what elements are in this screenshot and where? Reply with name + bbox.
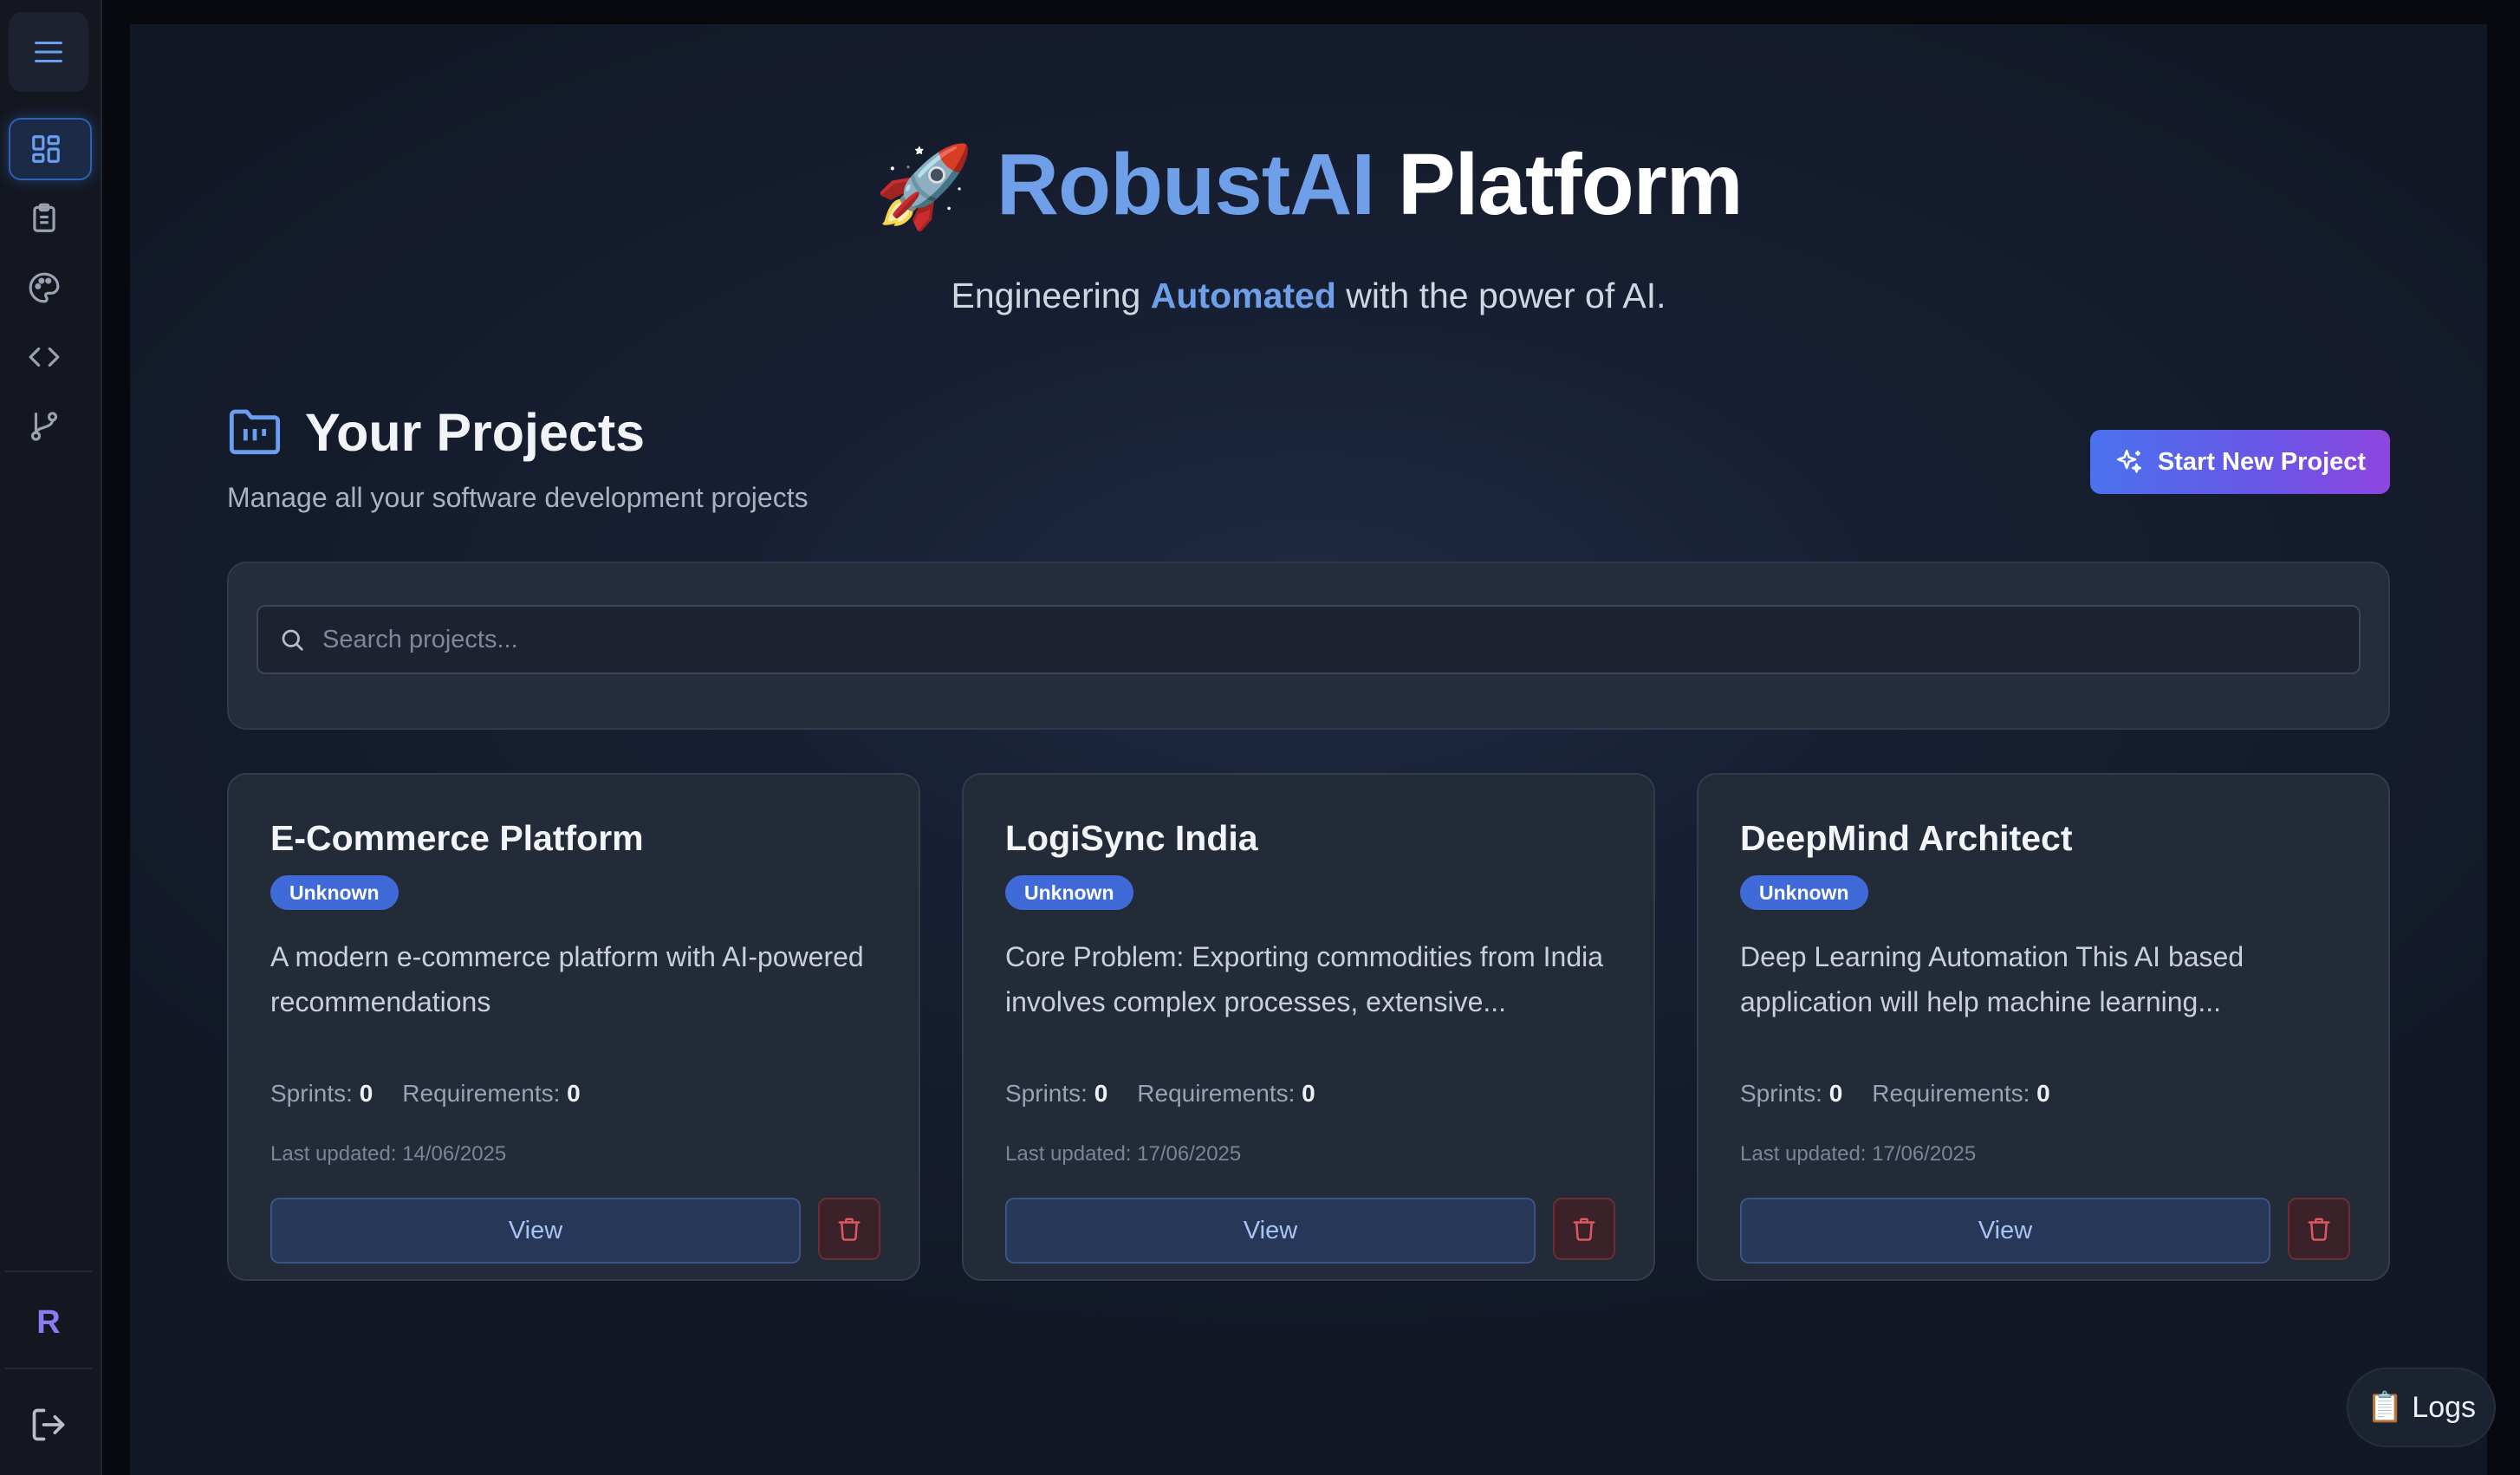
project-card: DeepMind Architect Unknown Deep Learning… xyxy=(1697,773,2390,1281)
start-new-project-label: Start New Project xyxy=(2157,447,2367,476)
sprints-stat: Sprints: 0 xyxy=(1005,1080,1107,1108)
sidebar-item-dashboard[interactable] xyxy=(9,118,92,180)
projects-subtitle: Manage all your software development pro… xyxy=(227,482,809,513)
sprints-label: Sprints: xyxy=(270,1080,353,1107)
view-button[interactable]: View xyxy=(1740,1198,2270,1264)
git-branch-icon xyxy=(30,412,58,441)
requirements-label: Requirements: xyxy=(1872,1080,2030,1107)
folder-chart-icon xyxy=(229,409,281,455)
code-brackets-icon xyxy=(29,347,60,367)
clipboard-emoji-icon: 📋 xyxy=(2366,1391,2404,1424)
sprints-count: 0 xyxy=(1828,1080,1843,1107)
search-icon xyxy=(282,629,303,651)
delete-button[interactable] xyxy=(1553,1198,1615,1260)
hero-sub-highlight: Automated xyxy=(1150,276,1336,315)
sidebar-item-requirements[interactable] xyxy=(9,187,92,250)
status-badge: Unknown xyxy=(1005,875,1133,910)
requirements-stat: Requirements: 0 xyxy=(1137,1080,1315,1108)
hero-title: 🚀 RobustAI Platform xyxy=(130,135,2487,235)
project-title: LogiSync India xyxy=(1005,818,1258,858)
start-new-project-button[interactable]: Start New Project xyxy=(2090,430,2390,494)
trash-icon xyxy=(1573,1218,1595,1241)
hero-sub-after: with the power of AI. xyxy=(1346,276,1666,315)
logs-label: Logs xyxy=(2412,1390,2477,1424)
sprints-count: 0 xyxy=(1094,1080,1108,1107)
last-updated: Last updated: 17/06/2025 xyxy=(1740,1142,1977,1166)
project-title: E-Commerce Platform xyxy=(270,818,644,858)
sidebar-item-code[interactable] xyxy=(9,326,92,388)
sparkles-icon xyxy=(2116,449,2141,473)
view-button[interactable]: View xyxy=(270,1198,801,1264)
avatar[interactable]: R xyxy=(17,1291,80,1354)
requirements-count: 0 xyxy=(567,1080,581,1107)
project-description: Deep Learning Automation This AI based a… xyxy=(1740,941,2244,1017)
requirements-label: Requirements: xyxy=(1137,1080,1296,1107)
delete-button[interactable] xyxy=(2288,1198,2350,1260)
project-card: LogiSync India Unknown Core Problem: Exp… xyxy=(962,773,1655,1281)
hero-sub-before: Engineering xyxy=(951,276,1141,315)
last-updated: Last updated: 17/06/2025 xyxy=(1005,1142,1242,1166)
project-description: A modern e-commerce platform with AI-pow… xyxy=(270,941,864,1017)
trash-icon xyxy=(838,1218,861,1241)
main-panel: 🚀 RobustAI Platform Engineering Automate… xyxy=(130,24,2487,1475)
logout-icon xyxy=(32,1408,65,1441)
last-updated: Last updated: 14/06/2025 xyxy=(270,1142,507,1166)
palette-icon xyxy=(29,272,60,303)
project-stats: Sprints: 0 Requirements: 0 xyxy=(1740,1080,2050,1108)
project-stats: Sprints: 0 Requirements: 0 xyxy=(270,1080,581,1108)
sidebar: R xyxy=(0,0,102,1475)
requirements-stat: Requirements: 0 xyxy=(1872,1080,2049,1108)
view-button[interactable]: View xyxy=(1005,1198,1536,1264)
requirements-stat: Requirements: 0 xyxy=(402,1080,580,1108)
project-stats: Sprints: 0 Requirements: 0 xyxy=(1005,1080,1315,1108)
search-input[interactable] xyxy=(322,625,2315,654)
status-badge: Unknown xyxy=(270,875,399,910)
logs-button[interactable]: 📋 Logs xyxy=(2347,1368,2496,1447)
brand-name: RobustAI xyxy=(996,136,1375,233)
sprints-label: Sprints: xyxy=(1740,1080,1822,1107)
requirements-count: 0 xyxy=(2036,1080,2050,1107)
sidebar-divider xyxy=(5,1270,92,1272)
rocket-icon: 🚀 xyxy=(874,143,974,231)
hero-title-rest: Platform xyxy=(1397,136,1744,233)
hamburger-menu-icon xyxy=(35,42,62,62)
sidebar-item-design[interactable] xyxy=(9,257,92,319)
menu-button[interactable] xyxy=(9,12,88,92)
sprints-label: Sprints: xyxy=(1005,1080,1088,1107)
hero-subtitle: Engineering Automated with the power of … xyxy=(130,276,2487,316)
trash-icon xyxy=(2308,1218,2330,1241)
project-card: E-Commerce Platform Unknown A modern e-c… xyxy=(227,773,920,1281)
projects-header: Your Projects xyxy=(227,402,645,463)
search-panel xyxy=(227,562,2390,730)
status-badge: Unknown xyxy=(1740,875,1868,910)
dashboard-grid-icon xyxy=(32,135,60,163)
sprints-count: 0 xyxy=(359,1080,373,1107)
sidebar-item-git[interactable] xyxy=(9,395,92,458)
requirements-count: 0 xyxy=(1302,1080,1315,1107)
project-title: DeepMind Architect xyxy=(1740,818,2073,858)
sidebar-divider xyxy=(5,1368,92,1369)
logout-button[interactable] xyxy=(29,1406,68,1444)
project-description: Core Problem: Exporting commodities from… xyxy=(1005,941,1604,1017)
projects-title: Your Projects xyxy=(305,403,646,462)
clipboard-icon xyxy=(33,203,55,232)
sprints-stat: Sprints: 0 xyxy=(1740,1080,1842,1108)
sprints-stat: Sprints: 0 xyxy=(270,1080,373,1108)
search-box[interactable] xyxy=(257,605,2361,674)
requirements-label: Requirements: xyxy=(402,1080,561,1107)
delete-button[interactable] xyxy=(818,1198,880,1260)
